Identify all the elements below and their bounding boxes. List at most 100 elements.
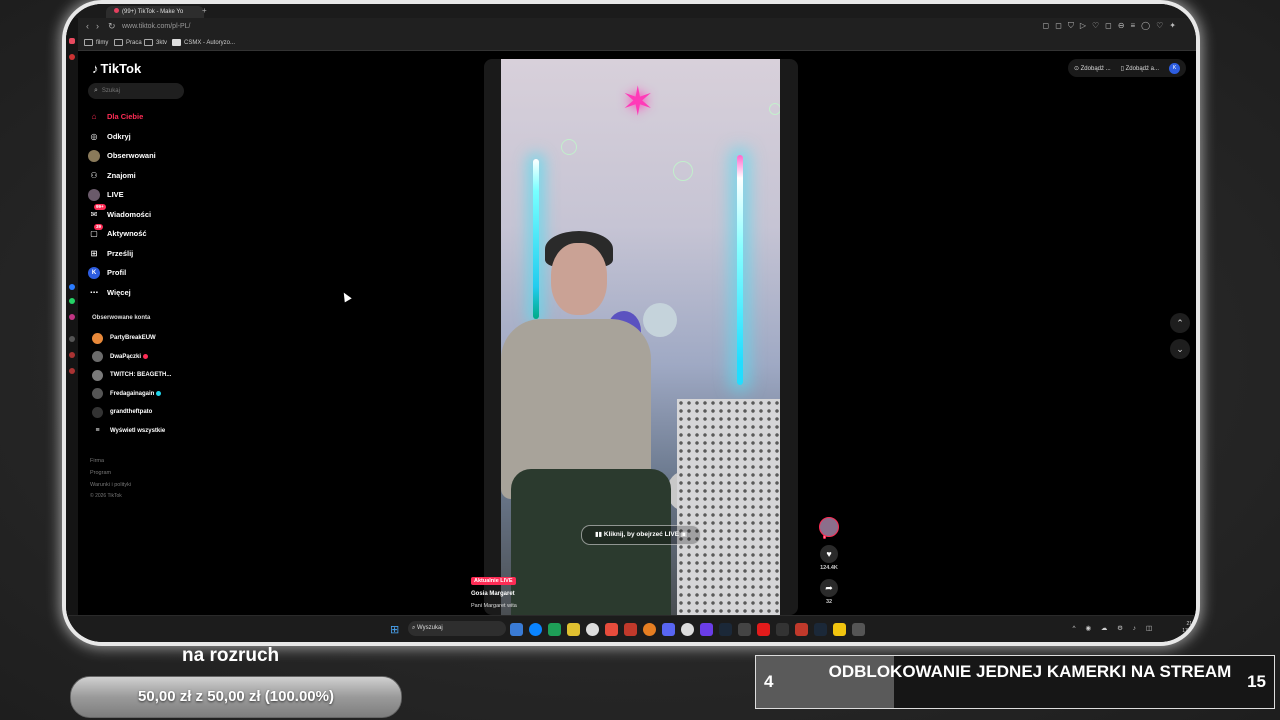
neon-star-decoration: ✶	[621, 80, 655, 124]
bookmark-filmy[interactable]: filmy	[84, 39, 108, 46]
nav-wiadomosci[interactable]: ✉ 99+ Wiadomości	[88, 204, 208, 225]
search-input[interactable]: ⌕ Szukaj	[88, 83, 184, 99]
like-button[interactable]: ♥	[820, 545, 838, 563]
nav-aktywnosc[interactable]: ▢ 39 Aktywność	[88, 223, 208, 244]
tiktok-logo[interactable]: ♪ TikTok	[92, 61, 141, 76]
taskbar-app-icon[interactable]	[795, 623, 808, 636]
browser-tab[interactable]: (99+) TikTok - Make Yo	[106, 6, 204, 18]
taskbar-app-icon[interactable]	[643, 623, 656, 636]
nav-przeslij[interactable]: ⊞ Prześlij	[88, 244, 208, 264]
browser-toolbar-icons[interactable]: ◻◻⛉▷♡◻⊖≡◯♡✦	[1043, 21, 1182, 31]
like-count: 124.4K	[820, 565, 838, 571]
followed-account[interactable]: TWITCH: BEAGETH...	[92, 366, 202, 385]
live-video[interactable]: ✶ ▮▮ Kliknij, by obejrzeć LIVE ▣	[501, 59, 780, 615]
footer-link[interactable]: Firma	[90, 455, 131, 467]
taskbar-app-icon[interactable]	[586, 623, 599, 636]
avatar	[92, 369, 103, 381]
footer: Firma Program Warunki i polityki © 2026 …	[90, 455, 131, 501]
taskbar-app-icon[interactable]	[605, 623, 618, 636]
get-coins-button[interactable]: ⊙ Zdobądź ...	[1074, 65, 1111, 72]
footer-link[interactable]: Program	[90, 467, 131, 479]
reload-icon[interactable]: ↻	[108, 21, 116, 32]
taskbar-app-icon[interactable]	[681, 623, 694, 636]
tiktok-favicon-icon	[114, 8, 119, 13]
system-tray[interactable]: ^ ◉ ☁ ⚙ ♪ ◫	[1073, 624, 1156, 632]
unlock-current-value: 4	[764, 672, 774, 691]
home-sidebar-icon[interactable]	[69, 38, 75, 44]
streamer-head	[551, 243, 607, 315]
taskbar-app-icon[interactable]	[624, 623, 637, 636]
search-icon: ⌕	[94, 87, 98, 94]
forward-icon[interactable]: ›	[96, 21, 99, 31]
sidebar-more-icon[interactable]	[69, 336, 75, 342]
taskbar-app-icon[interactable]	[567, 623, 580, 636]
live-label-icon: •	[823, 535, 827, 539]
followed-account[interactable]: grandtheftpato	[92, 403, 202, 422]
video-container[interactable]: ✶ ▮▮ Kliknij, by obejrzeć LIVE ▣ Aktualn…	[471, 59, 798, 615]
footer-link[interactable]: Warunki i polityki	[90, 479, 131, 491]
previous-video-button[interactable]: ⌃	[1170, 313, 1190, 333]
nav-live[interactable]: LIVE	[88, 185, 208, 205]
captured-screen: (99+) TikTok - Make Yo + ‹ › ↻ www.tikto…	[66, 4, 1196, 642]
taskbar-app-icon[interactable]	[662, 623, 675, 636]
windows-taskbar: ⊞ ⌕ Wyszukaj ^ ◉ ☁ ⚙ ♪ ◫ 21 17.0	[66, 615, 1196, 642]
friends-icon: ⚇	[90, 170, 98, 180]
taskbar-app-icon[interactable]	[700, 623, 713, 636]
live-avatar	[88, 188, 100, 201]
led-tube-right	[737, 155, 743, 385]
taskbar-app-icon[interactable]	[852, 623, 865, 636]
followed-account[interactable]: Fredagainagain	[92, 385, 202, 404]
taskbar-app-icon[interactable]	[529, 623, 542, 636]
messenger-icon[interactable]	[69, 284, 75, 290]
taskbar-app-icon[interactable]	[833, 623, 846, 636]
followed-accounts-list: PartyBreakEUW DwaPączki TWITCH: BEAGETH.…	[92, 329, 202, 440]
next-video-button[interactable]: ⌄	[1170, 339, 1190, 359]
nav-profil[interactable]: K Profil	[88, 263, 208, 283]
taskbar-app-icon[interactable]	[510, 623, 523, 636]
watch-live-button[interactable]: ▮▮ Kliknij, by obejrzeć LIVE ▣	[581, 525, 701, 545]
taskbar-app-icon[interactable]	[738, 623, 751, 636]
list-icon: ≡	[92, 425, 103, 437]
opera-icon[interactable]	[69, 54, 75, 60]
user-avatar[interactable]: K	[1169, 62, 1180, 74]
bookmark-praca[interactable]: Praca	[114, 39, 142, 46]
following-avatar	[88, 149, 100, 162]
sidebar-history-icon[interactable]	[69, 352, 75, 358]
instagram-icon[interactable]	[69, 314, 75, 320]
taskbar-app-icon[interactable]	[776, 623, 789, 636]
nav-obserwowani[interactable]: Obserwowani	[88, 146, 208, 166]
taskbar-app-icon[interactable]	[548, 623, 561, 636]
windows-start-icon[interactable]: ⊞	[390, 623, 399, 636]
folder-icon	[144, 39, 153, 46]
bookmark-csmx[interactable]: CSMX - Autoryzo...	[172, 39, 235, 46]
avatar	[92, 332, 103, 344]
get-app-button[interactable]: ▯ Zdobądź a...	[1121, 65, 1159, 72]
taskbar-app-icon[interactable]	[719, 623, 732, 636]
url-field[interactable]: www.tiktok.com/pl-PL/	[122, 21, 722, 33]
creator-name[interactable]: Gosia Margaret	[471, 591, 515, 597]
back-icon[interactable]: ‹	[86, 21, 89, 31]
whatsapp-icon[interactable]	[69, 298, 75, 304]
sidebar-settings-icon[interactable]	[69, 368, 75, 374]
goal-progress-text: 50,00 zł z 50,00 zł (100.00%)	[138, 688, 334, 705]
taskbar-clock[interactable]: 21 17.0	[1182, 621, 1192, 635]
new-tab-icon[interactable]: +	[202, 6, 207, 15]
unlock-target-value: 15	[1247, 672, 1266, 691]
share-button[interactable]: ➦	[820, 579, 838, 597]
nav-odkryj[interactable]: ◎ Odkryj	[88, 127, 208, 147]
nav-znajomi[interactable]: ⚇ Znajomi	[88, 166, 208, 186]
show-all-button[interactable]: ≡ Wyświetl wszystkie	[92, 422, 202, 441]
nav-dla-ciebie[interactable]: ⌂ Dla Ciebie	[88, 107, 208, 127]
taskbar-app-icon[interactable]	[757, 623, 770, 636]
chevron-down-icon: ⌄	[1176, 344, 1184, 354]
creator-avatar[interactable]: •	[819, 517, 839, 539]
taskbar-search[interactable]: ⌕ Wyszukaj	[408, 621, 506, 636]
unlock-goal-box: 4 ODBLOKOWANIE JEDNEJ KAMERKI NA STREAM …	[755, 655, 1275, 709]
followed-account[interactable]: PartyBreakEUW	[92, 329, 202, 348]
taskbar-app-icon[interactable]	[814, 623, 827, 636]
more-icon: ⋯	[90, 287, 98, 297]
followed-account[interactable]: DwaPączki	[92, 348, 202, 367]
share-icon: ➦	[825, 583, 833, 593]
bookmark-3ktv[interactable]: 3ktv	[144, 39, 167, 46]
nav-wiecej[interactable]: ⋯ Więcej	[88, 283, 208, 303]
